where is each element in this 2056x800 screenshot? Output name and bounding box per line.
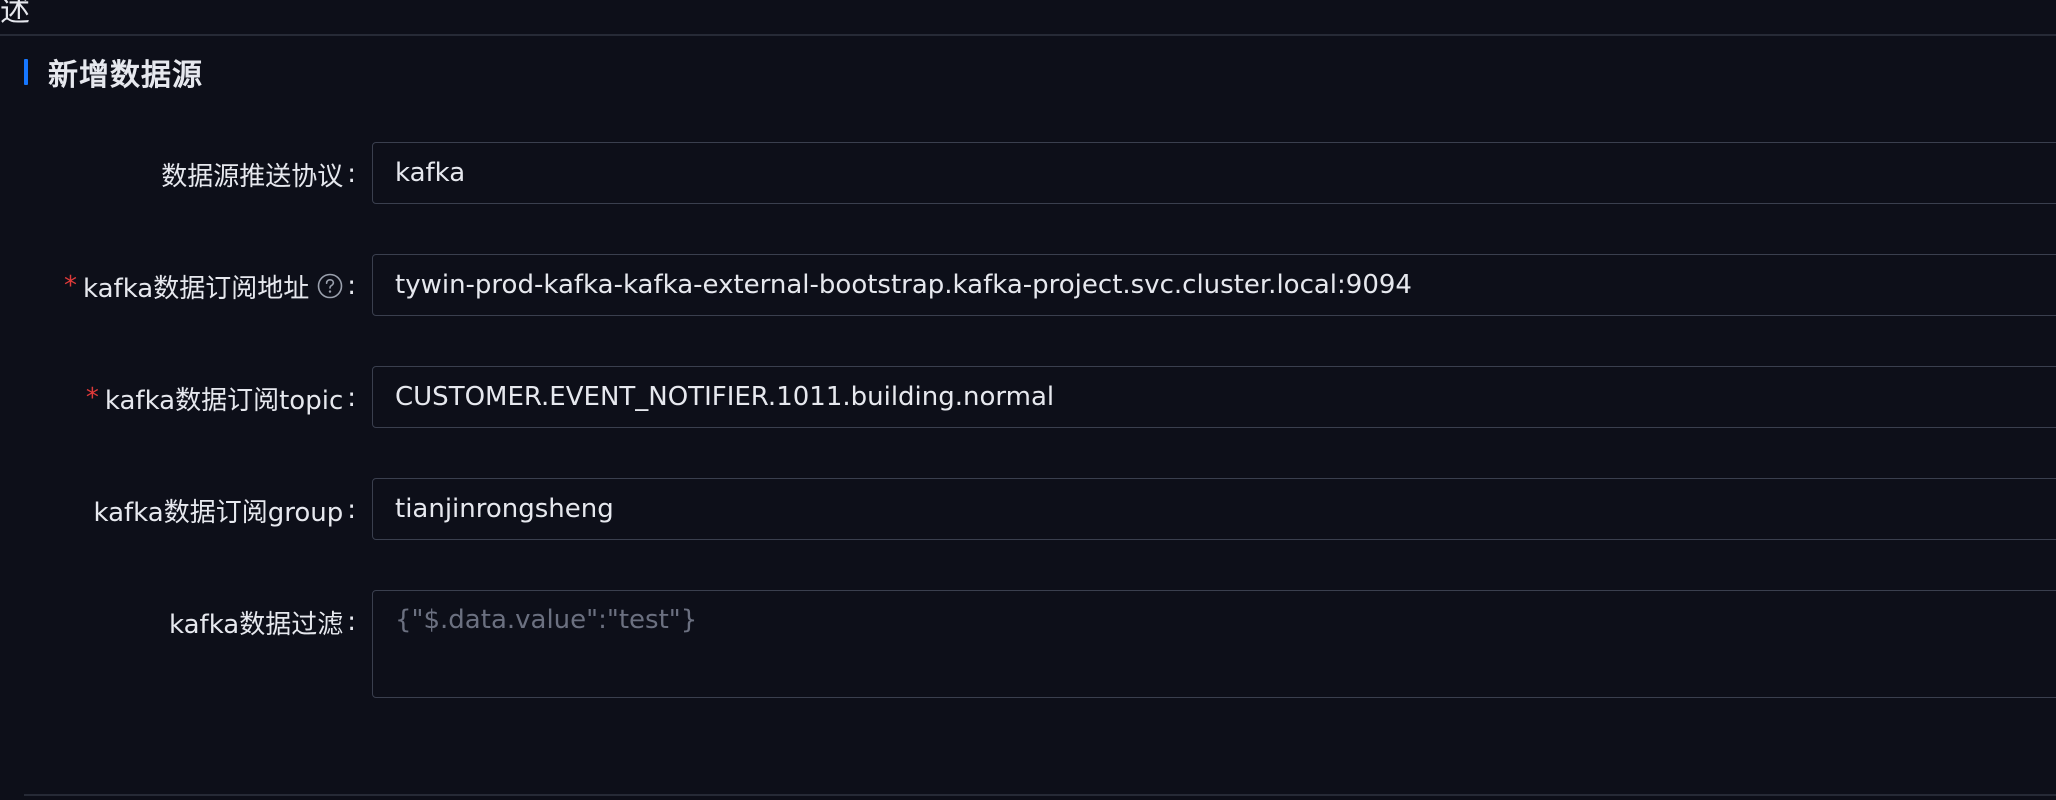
group-label-text: kafka数据订阅group [93, 497, 344, 528]
protocol-input[interactable]: kafka [372, 142, 2056, 204]
address-label: * kafka数据订阅地址 : [0, 254, 356, 318]
topic-required-mark: * [85, 383, 99, 413]
filter-label: kafka数据过滤 : [0, 590, 356, 654]
form-row-group: kafka数据订阅group : tianjinrongsheng [0, 478, 2056, 542]
section-accent-bar [24, 59, 28, 85]
topic-input-value: CUSTOMER.EVENT_NOTIFIER.1011.building.no… [395, 382, 1055, 412]
topic-label-colon: : [347, 383, 356, 413]
filter-textarea[interactable]: {"$.data.value":"test"} [372, 590, 2056, 698]
group-label-colon: : [347, 495, 356, 525]
address-label-colon: : [347, 271, 356, 301]
address-label-text: kafka数据订阅地址 [83, 273, 310, 304]
filter-placeholder: {"$.data.value":"test"} [395, 605, 698, 635]
header-title-fragment: 述 [0, 0, 30, 29]
protocol-label: 数据源推送协议 : [0, 142, 356, 206]
form-row-address: * kafka数据订阅地址 : tywin-prod-kafka-kafka-e… [0, 254, 2056, 318]
topic-input[interactable]: CUSTOMER.EVENT_NOTIFIER.1011.building.no… [372, 366, 2056, 428]
section-header: 新增数据源 [24, 52, 203, 93]
protocol-label-colon: : [347, 159, 356, 189]
form-row-filter: kafka数据过滤 : {"$.data.value":"test"} [0, 590, 2056, 698]
filter-label-colon: : [347, 607, 356, 637]
group-input-value: tianjinrongsheng [395, 494, 614, 524]
protocol-input-value: kafka [395, 158, 466, 188]
address-required-mark: * [64, 271, 78, 301]
protocol-label-text: 数据源推送协议 [161, 161, 344, 192]
form-row-protocol: 数据源推送协议 : kafka [0, 142, 2056, 206]
filter-label-text: kafka数据过滤 [169, 609, 344, 640]
form-row-topic: * kafka数据订阅topic : CUSTOMER.EVENT_NOTIFI… [0, 366, 2056, 430]
address-input-value: tywin-prod-kafka-kafka-external-bootstra… [395, 270, 1412, 300]
section-title: 新增数据源 [48, 58, 203, 93]
question-circle-icon[interactable] [317, 273, 343, 299]
address-input[interactable]: tywin-prod-kafka-kafka-external-bootstra… [372, 254, 2056, 316]
topic-label-text: kafka数据订阅topic [104, 385, 344, 416]
page: 述 新增数据源 数据源推送协议 : kafka * kafka数据订阅地址: … [0, 0, 2056, 800]
group-label: kafka数据订阅group : [0, 478, 357, 542]
bottom-divider [24, 794, 2056, 796]
group-input[interactable]: tianjinrongsheng [372, 478, 2056, 540]
topic-label: * kafka数据订阅topic : [0, 366, 356, 430]
top-divider [0, 34, 2056, 36]
